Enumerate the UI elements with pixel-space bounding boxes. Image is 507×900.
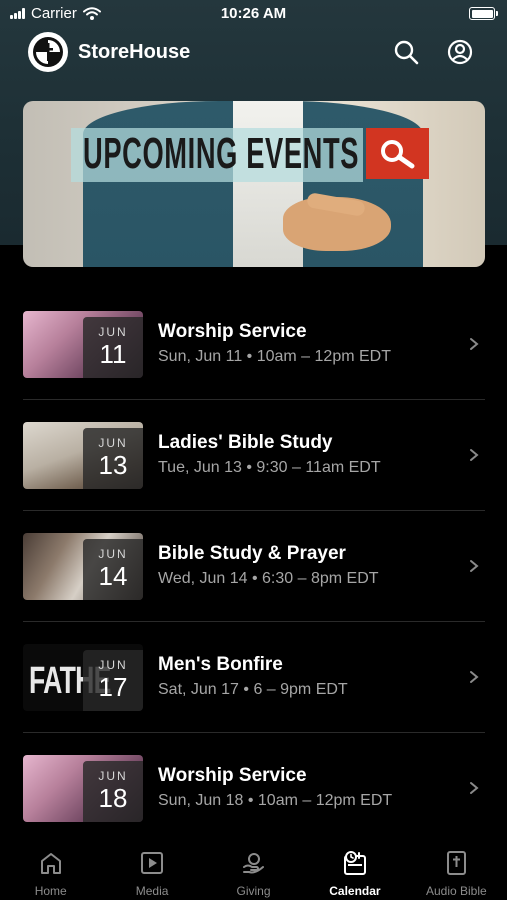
event-subtitle: Sat, Jun 17 • 6 – 9pm EDT [158, 681, 348, 698]
search-button[interactable] [390, 36, 422, 68]
status-time: 10:26 AM [220, 5, 287, 22]
date-month: JUN [98, 547, 128, 561]
magnifier-icon [380, 139, 414, 168]
date-badge: JUN 17 [83, 650, 143, 711]
chevron-right-icon [470, 338, 479, 350]
tab-label: Giving [236, 884, 271, 898]
banner-title: UPCOMING EVENTS [83, 129, 360, 178]
event-row[interactable]: JUN 13 Ladies' Bible Study Tue, Jun 13 •… [23, 400, 485, 511]
tab-home[interactable]: Home [0, 836, 101, 900]
event-thumbnail: JUN 11 [23, 311, 143, 378]
event-subtitle: Wed, Jun 14 • 6:30 – 8pm EDT [158, 570, 379, 587]
banner-magnifier [366, 128, 429, 179]
status-bar: Carrier 10:26 AM [0, 0, 507, 30]
event-title: Men's Bonfire [158, 654, 283, 675]
date-month: JUN [98, 658, 128, 672]
event-subtitle: Sun, Jun 18 • 10am – 12pm EDT [158, 792, 393, 809]
logo-icon [33, 37, 63, 67]
tab-giving[interactable]: Giving [203, 836, 304, 900]
date-badge: JUN 11 [83, 317, 143, 378]
battery-icon [469, 7, 498, 20]
date-badge: JUN 13 [83, 428, 143, 489]
tab-label: Home [34, 884, 67, 898]
event-row[interactable]: FATHE JUN 17 Men's Bonfire Sat, Jun 17 •… [23, 622, 485, 733]
event-list: JUN 11 Worship Service Sun, Jun 11 • 10a… [23, 289, 485, 844]
date-month: JUN [98, 436, 128, 450]
play-icon [141, 852, 164, 874]
tab-audio-bible[interactable]: Audio Bible [406, 836, 507, 900]
app-title: StoreHouse [78, 41, 191, 63]
event-subtitle: Tue, Jun 13 • 9:30 – 11am EDT [158, 459, 381, 476]
date-day: 13 [98, 450, 128, 480]
tab-label: Media [135, 884, 169, 898]
event-row[interactable]: JUN 14 Bible Study & Prayer Wed, Jun 14 … [23, 511, 485, 622]
tab-bar: Home Media Giving Calendar Audio Bible [0, 836, 507, 900]
event-thumbnail: JUN 13 [23, 422, 143, 489]
calendar-icon [343, 851, 366, 875]
date-badge: JUN 18 [83, 761, 143, 822]
chevron-right-icon [470, 782, 479, 794]
event-row[interactable]: JUN 11 Worship Service Sun, Jun 11 • 10a… [23, 289, 485, 400]
event-title: Ladies' Bible Study [158, 432, 333, 453]
tab-calendar[interactable]: Calendar [304, 836, 405, 900]
event-thumbnail: JUN 14 [23, 533, 143, 600]
event-title: Bible Study & Prayer [158, 543, 346, 564]
search-icon [394, 40, 419, 65]
giving-icon [242, 853, 264, 874]
event-subtitle: Sun, Jun 11 • 10am – 12pm EDT [158, 348, 391, 365]
date-month: JUN [98, 325, 128, 339]
tab-media[interactable]: Media [101, 836, 202, 900]
upcoming-events-banner[interactable]: UPCOMING EVENTS [23, 101, 485, 267]
date-badge: JUN 14 [83, 539, 143, 600]
date-month: JUN [98, 769, 128, 783]
tab-label: Audio Bible [425, 884, 487, 898]
date-day: 11 [99, 339, 127, 369]
chevron-right-icon [470, 449, 479, 461]
event-title: Worship Service [158, 765, 307, 786]
tab-label: Calendar [329, 884, 381, 898]
event-row[interactable]: JUN 18 Worship Service Sun, Jun 18 • 10a… [23, 733, 485, 844]
event-thumbnail: JUN 18 [23, 755, 143, 822]
date-day: 14 [98, 561, 128, 591]
chevron-right-icon [470, 560, 479, 572]
home-icon [40, 853, 61, 874]
app-logo[interactable] [28, 32, 68, 72]
account-button[interactable] [444, 36, 476, 68]
chevron-right-icon [470, 671, 479, 683]
app-header: StoreHouse [0, 30, 507, 76]
date-day: 18 [98, 783, 128, 813]
event-thumbnail: FATHE JUN 17 [23, 644, 143, 711]
event-title: Worship Service [158, 321, 307, 342]
date-day: 17 [98, 672, 128, 702]
bible-icon [447, 851, 467, 875]
account-icon [447, 39, 473, 65]
